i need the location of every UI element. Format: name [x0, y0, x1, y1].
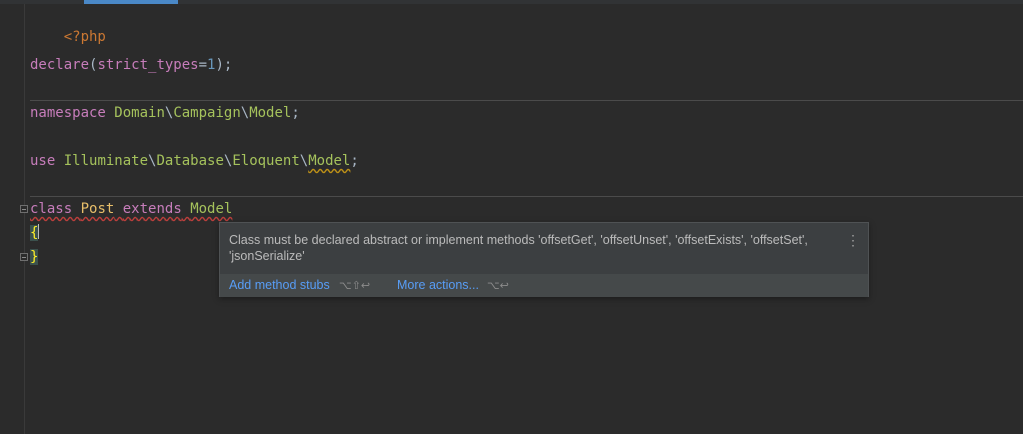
method-separator — [30, 100, 1023, 101]
code-line-1[interactable]: <?php — [30, 7, 106, 45]
popup-actions-bar: Add method stubs ⌥⇧↩ More actions... ⌥↩ — [220, 274, 868, 297]
code-line-11[interactable]: } — [30, 247, 39, 267]
namespace-segment: Model — [249, 105, 292, 121]
more-actions-shortcut: ⌥↩ — [487, 279, 509, 292]
namespace-keyword: namespace — [30, 105, 106, 121]
fold-toggle-icon[interactable] — [20, 253, 28, 261]
strict-types-directive: strict_types — [97, 57, 199, 73]
code-line-5[interactable]: namespace Domain\Campaign\Model; — [30, 103, 300, 123]
php-open-tag: <?php — [63, 29, 106, 45]
semicolon: ; — [291, 105, 300, 121]
namespace-separator: \ — [299, 153, 309, 169]
class-name: Post — [80, 201, 115, 217]
open-brace: { — [30, 225, 39, 241]
method-separator — [30, 196, 1023, 197]
namespace-separator: \ — [240, 105, 250, 121]
active-tab-indicator[interactable] — [84, 0, 178, 4]
code-line-7[interactable]: use Illuminate\Database\Eloquent\Model; — [30, 151, 359, 171]
code-line-9[interactable]: class Post extends Model — [30, 199, 232, 219]
code-editor[interactable]: <?php declare(strict_types=1); namespace… — [0, 0, 1023, 434]
imported-class[interactable]: Model — [308, 153, 350, 169]
text-caret — [38, 224, 40, 239]
namespace-segment: Domain — [114, 105, 165, 121]
namespace-segment: Campaign — [173, 105, 241, 121]
import-segment: Eloquent — [232, 153, 300, 169]
class-keyword: class — [30, 201, 73, 217]
import-segment: Illuminate — [63, 153, 149, 169]
fold-toggle-icon[interactable] — [20, 205, 28, 213]
use-keyword: use — [30, 153, 56, 169]
inspection-popup: Class must be declared abstract or imple… — [219, 222, 869, 297]
code-line-10[interactable]: { — [30, 223, 40, 243]
semicolon: ; — [350, 153, 359, 169]
declare-keyword: declare — [30, 57, 90, 73]
inspection-message: Class must be declared abstract or imple… — [229, 233, 808, 263]
equals-sign: = — [198, 57, 208, 73]
code-line-3[interactable]: declare(strict_types=1); — [30, 55, 232, 75]
add-method-stubs-shortcut: ⌥⇧↩ — [339, 279, 371, 292]
gutter-divider — [24, 4, 25, 434]
more-options-icon[interactable]: ⋮ — [846, 232, 860, 248]
paren-close: ); — [215, 57, 233, 73]
extends-keyword: extends — [122, 201, 182, 217]
more-actions-link[interactable]: More actions... — [397, 274, 479, 297]
close-brace: } — [30, 249, 39, 265]
add-method-stubs-link[interactable]: Add method stubs — [229, 274, 330, 297]
import-segment: Database — [156, 153, 224, 169]
parent-class-name: Model — [190, 201, 233, 217]
